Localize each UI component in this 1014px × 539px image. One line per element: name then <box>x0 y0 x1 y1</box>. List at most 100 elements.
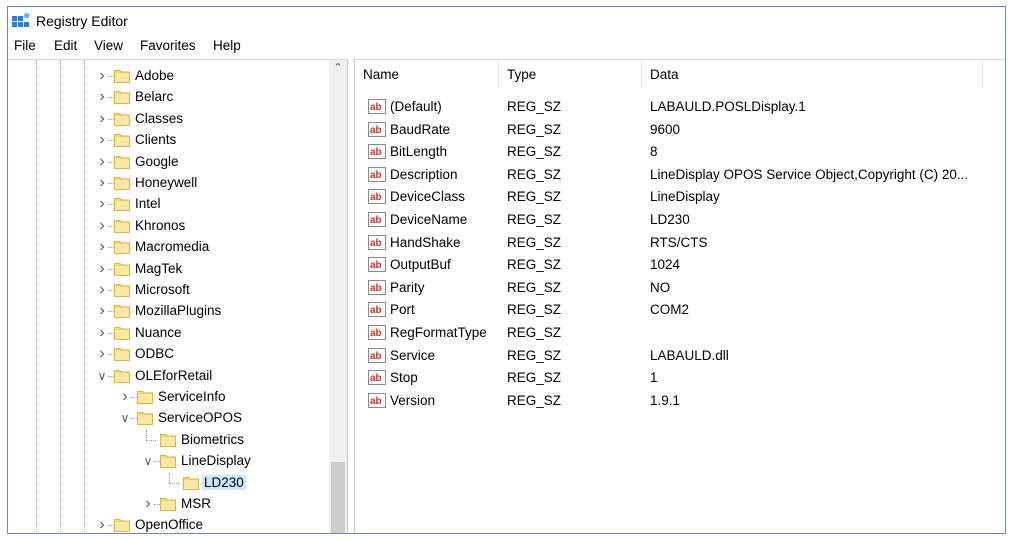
tree-item-label: Macromedia <box>135 239 210 255</box>
tree-item-label: MSR <box>181 496 211 511</box>
folder-icon <box>114 176 130 190</box>
chevron-down-icon[interactable]: ∨ <box>142 453 154 469</box>
chevron-right-icon[interactable]: › <box>142 496 154 512</box>
tree-item-google[interactable]: › Google <box>8 152 330 173</box>
chevron-right-icon[interactable]: › <box>96 260 108 277</box>
value-row[interactable]: ab BaudRate REG_SZ 9600 <box>355 119 995 141</box>
tree-item-belarc[interactable]: › Belarc <box>8 87 330 108</box>
tree-item-serviceopos[interactable]: ∨ ServiceOPOS <box>8 408 330 429</box>
folder-icon <box>114 262 130 276</box>
chevron-right-icon[interactable]: › <box>96 217 108 234</box>
value-type: REG_SZ <box>507 392 562 408</box>
chevron-right-icon[interactable]: › <box>96 153 108 170</box>
folder-icon <box>114 197 130 212</box>
menu-edit[interactable]: Edit <box>54 38 77 53</box>
column-header-data[interactable]: Data <box>642 60 982 88</box>
value-row[interactable]: ab Port REG_SZ COM2 <box>355 299 995 321</box>
value-row[interactable]: ab BitLength REG_SZ 8 <box>355 141 995 163</box>
value-row[interactable]: ab Service REG_SZ LABAULD.dll <box>355 345 995 367</box>
chevron-right-icon[interactable]: › <box>96 196 108 212</box>
key-tree-pane[interactable]: › Adobe › Belarc › Classes › Clients › Google › Hon… <box>8 59 348 533</box>
column-header-name[interactable]: Name <box>355 60 498 88</box>
tree-item-mozillaplugins[interactable]: › MozillaPlugins <box>8 301 330 322</box>
chevron-right-icon[interactable]: › <box>96 517 108 533</box>
tree-connector <box>146 429 147 440</box>
tree-item-khronos[interactable]: › Khronos <box>8 216 330 237</box>
value-data: NO <box>650 279 671 295</box>
chevron-right-icon[interactable]: › <box>96 68 108 84</box>
folder-icon <box>137 411 153 426</box>
value-row[interactable]: ab (Default) REG_SZ LABAULD.POSLDisplay.1 <box>355 96 995 118</box>
chevron-right-icon[interactable]: › <box>96 282 108 298</box>
svg-text:ab: ab <box>370 192 382 203</box>
tree-item-label: Microsoft <box>135 282 190 297</box>
chevron-right-icon[interactable]: › <box>119 389 131 405</box>
tree-item-macromedia[interactable]: › Macromedia <box>8 237 330 258</box>
column-header-name-label: Name <box>363 67 400 82</box>
scroll-up-arrow-icon[interactable]: ⌃ <box>329 60 347 77</box>
tree-item-label: ODBC <box>135 346 175 362</box>
tree-item-nuance[interactable]: › Nuance <box>8 323 330 344</box>
tree-item-openoffice[interactable]: › OpenOffice <box>8 515 330 533</box>
tree-item-oleforretail[interactable]: ∨ OLEforRetail <box>8 366 330 387</box>
tree-item-label: Adobe <box>135 68 175 83</box>
value-row[interactable]: ab Version REG_SZ 1.9.1 <box>355 390 995 412</box>
chevron-right-icon[interactable]: › <box>96 346 108 362</box>
chevron-right-icon[interactable]: › <box>96 132 108 148</box>
tree-item-intel[interactable]: › Intel <box>8 194 330 215</box>
chevron-right-icon[interactable]: › <box>96 239 108 255</box>
chevron-right-icon[interactable]: › <box>96 303 108 319</box>
value-row[interactable]: ab DeviceClass REG_SZ LineDisplay <box>355 186 995 208</box>
scroll-thumb[interactable] <box>331 462 345 533</box>
chevron-down-icon[interactable]: ∨ <box>96 368 108 384</box>
chevron-down-icon[interactable]: ∨ <box>119 410 131 426</box>
tree-item-label: MozillaPlugins <box>135 303 222 319</box>
tree-item-biometrics[interactable]: Biometrics <box>8 429 330 451</box>
column-divider[interactable] <box>982 60 983 88</box>
tree-item-linedisplay[interactable]: ∨ LineDisplay <box>8 451 330 472</box>
value-data: LABAULD.POSLDisplay.1 <box>650 99 806 114</box>
tree-item-clients[interactable]: › Clients <box>8 130 330 151</box>
value-name: BaudRate <box>390 121 451 137</box>
menu-view[interactable]: View <box>94 38 123 53</box>
value-row[interactable]: ab Stop REG_SZ 1 <box>355 367 995 389</box>
menu-help[interactable]: Help <box>213 38 241 53</box>
tree-item-msr[interactable]: › MSR <box>8 494 330 515</box>
value-row[interactable]: ab Parity REG_SZ NO <box>355 277 995 299</box>
tree-item-honeywell[interactable]: › Honeywell <box>8 173 330 194</box>
menu-file[interactable]: File <box>14 38 36 53</box>
chevron-right-icon[interactable]: › <box>96 175 108 191</box>
tree-item-microsoft[interactable]: › Microsoft <box>8 280 330 301</box>
folder-icon <box>114 90 130 105</box>
column-header-type-label: Type <box>507 67 537 82</box>
value-row[interactable]: ab OutputBuf REG_SZ 1024 <box>355 254 995 276</box>
tree-scrollbar[interactable]: ⌃ <box>329 60 347 533</box>
svg-text:ab: ab <box>370 351 382 362</box>
tree-item-odbc[interactable]: › ODBC <box>8 344 330 365</box>
tree-item-adobe[interactable]: › Adobe <box>8 66 330 87</box>
chevron-right-icon[interactable]: › <box>96 110 108 127</box>
value-row[interactable]: ab DeviceName REG_SZ LD230 <box>355 209 995 231</box>
value-row[interactable]: ab Description REG_SZ LineDisplay OPOS Serv… <box>355 164 995 186</box>
tree-item-label: LineDisplay <box>181 453 251 469</box>
menu-favorites[interactable]: Favorites <box>140 38 196 53</box>
string-value-icon: ab <box>368 166 386 182</box>
values-list-pane[interactable]: Name Type Data ab (Default) REG_SZ LABAULD.… <box>354 59 1005 533</box>
column-header-type[interactable]: Type <box>499 60 641 88</box>
chevron-right-icon[interactable]: › <box>96 89 108 105</box>
tree-item-classes[interactable]: › Classes <box>8 109 330 130</box>
string-value-icon: ab <box>368 212 386 227</box>
chevron-right-icon[interactable]: › <box>96 324 108 341</box>
value-row[interactable]: ab HandShake REG_SZ RTS/CTS <box>355 232 995 254</box>
value-row[interactable]: ab RegFormatType REG_SZ <box>355 322 995 344</box>
string-value-icon: ab <box>368 99 386 114</box>
tree-item-serviceinfo[interactable]: › ServiceInfo <box>8 387 330 408</box>
value-name: Version <box>390 392 436 408</box>
value-name: RegFormatType <box>390 325 487 340</box>
value-type: REG_SZ <box>507 212 562 227</box>
folder-icon <box>137 390 153 404</box>
string-value-icon: ab <box>368 347 386 363</box>
tree-item-ld230[interactable]: LD230 <box>8 472 330 494</box>
tree-item-magtek[interactable]: › MagTek <box>8 259 330 280</box>
folder-icon <box>114 112 130 126</box>
